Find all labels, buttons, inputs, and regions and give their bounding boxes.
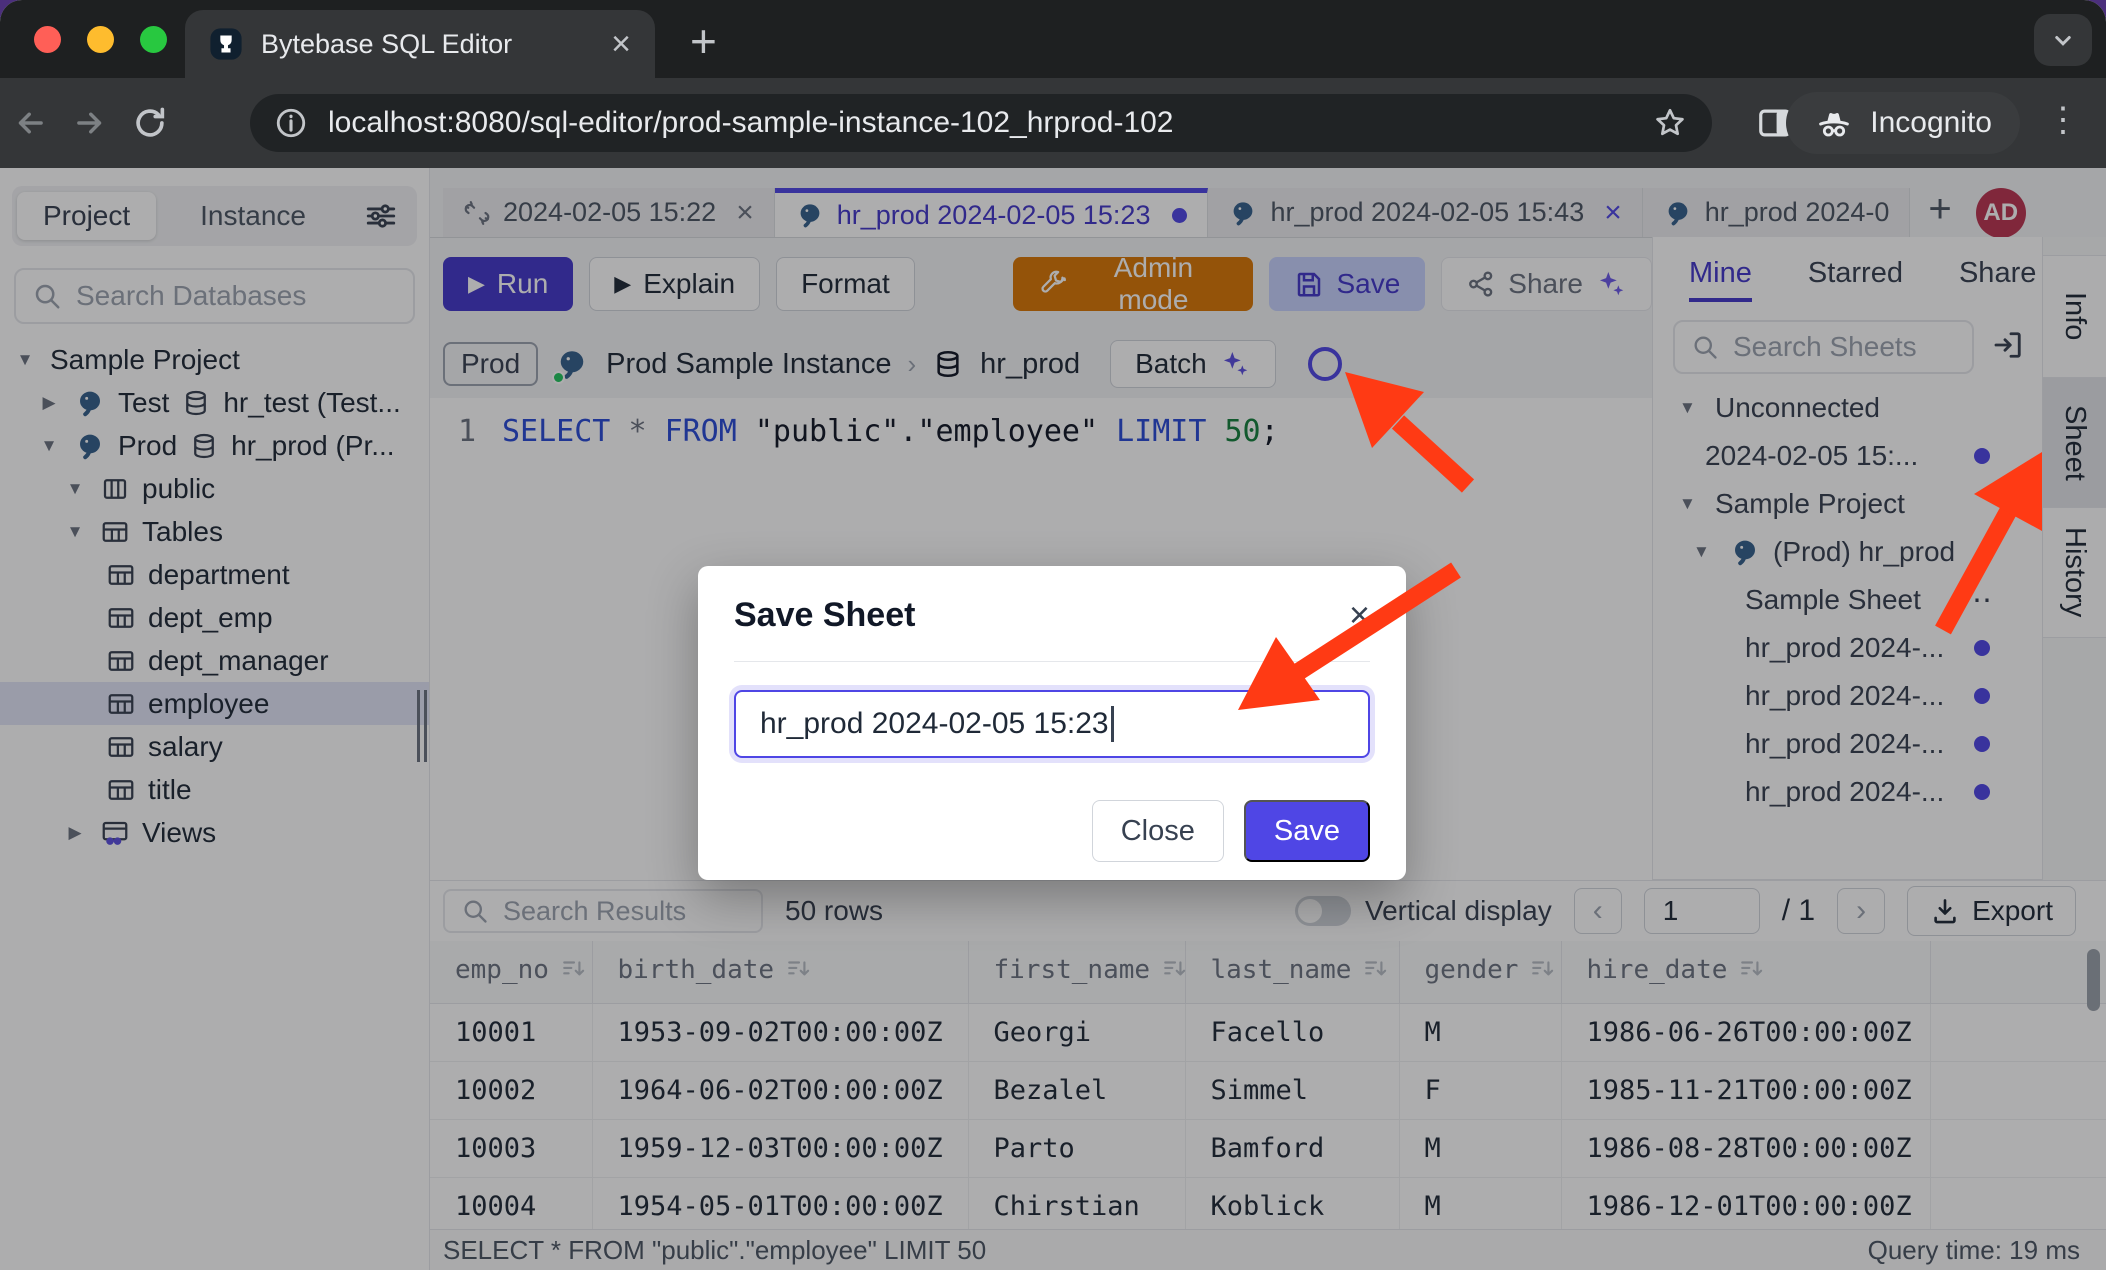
- browser-tab[interactable]: Bytebase SQL Editor ×: [185, 10, 655, 78]
- url-bar[interactable]: localhost:8080/sql-editor/prod-sample-in…: [250, 94, 1712, 152]
- reload-icon: [131, 104, 169, 142]
- incognito-icon: [1814, 103, 1854, 143]
- zoom-window-button[interactable]: [140, 26, 167, 53]
- bookmark-star-icon[interactable]: [1652, 105, 1688, 141]
- reload-button[interactable]: [120, 104, 180, 142]
- browser-window: Bytebase SQL Editor × + localhost:8080/s…: [0, 0, 2106, 1270]
- text-cursor: [1111, 706, 1114, 742]
- browser-tab-title: Bytebase SQL Editor: [261, 29, 611, 60]
- sheet-name-input[interactable]: hr_prod 2024-02-05 15:23: [734, 690, 1370, 758]
- modal-save-button[interactable]: Save: [1244, 800, 1370, 862]
- browser-menu-button[interactable]: ⋮: [2046, 100, 2080, 140]
- url-text: localhost:8080/sql-editor/prod-sample-in…: [328, 106, 1652, 140]
- minimize-window-button[interactable]: [87, 26, 114, 53]
- incognito-label: Incognito: [1870, 106, 1992, 140]
- modal-divider: [734, 661, 1370, 662]
- modal-close-icon[interactable]: ×: [1349, 594, 1370, 636]
- forward-button[interactable]: [60, 104, 120, 142]
- browser-toolbar: localhost:8080/sql-editor/prod-sample-in…: [0, 78, 2106, 168]
- modal-close-button[interactable]: Close: [1092, 800, 1224, 862]
- forward-arrow-icon: [71, 104, 109, 142]
- sheet-name-value: hr_prod 2024-02-05 15:23: [760, 707, 1109, 741]
- modal-title: Save Sheet: [734, 596, 1370, 635]
- browser-tab-bar: Bytebase SQL Editor × +: [0, 0, 2106, 78]
- close-window-button[interactable]: [34, 26, 61, 53]
- browser-tab-close-icon[interactable]: ×: [611, 27, 631, 61]
- chevron-down-icon: [2048, 25, 2078, 55]
- bytebase-app: Project Instance Search Databases ▼ Samp…: [0, 168, 2106, 1270]
- back-arrow-icon: [11, 104, 49, 142]
- back-button[interactable]: [0, 104, 60, 142]
- tab-search-button[interactable]: [2034, 14, 2092, 66]
- save-sheet-modal: Save Sheet × hr_prod 2024-02-05 15:23 Cl…: [698, 566, 1406, 880]
- site-info-icon[interactable]: [274, 106, 308, 140]
- incognito-badge: Incognito: [1786, 92, 2020, 154]
- new-tab-button[interactable]: +: [690, 14, 717, 68]
- bytebase-favicon: [209, 27, 243, 61]
